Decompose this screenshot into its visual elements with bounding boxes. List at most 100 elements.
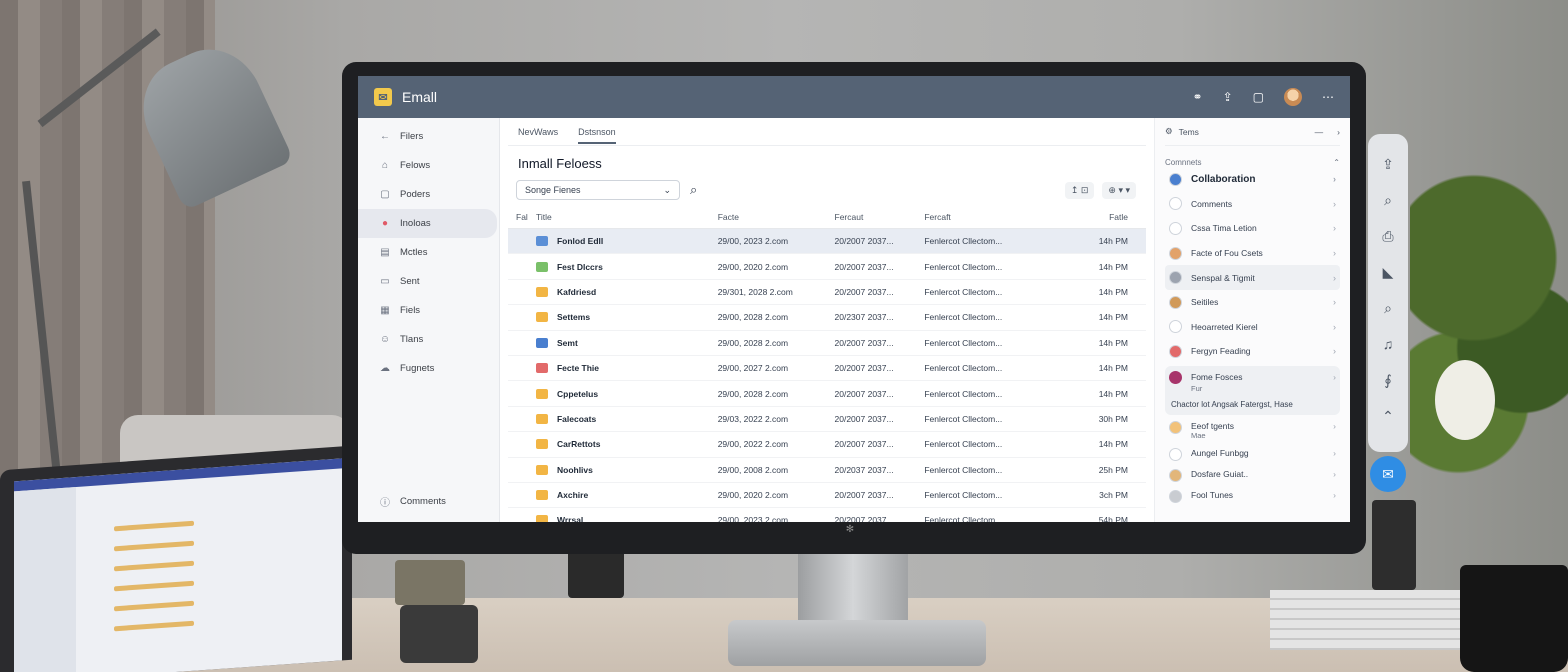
sidebar-item[interactable]: ⌂ Felows <box>358 151 499 180</box>
table-row[interactable]: Fest Dlccrs 29/00, 2020 2.com 20/2007 2037… <box>508 254 1146 280</box>
chevron-right-icon: › <box>1333 248 1336 259</box>
rp-list-item[interactable]: Facte of Fou Csets › <box>1165 241 1340 266</box>
item-icon <box>1169 246 1182 260</box>
folder-icon <box>535 464 548 475</box>
sidebar-item[interactable]: ▢ Poders <box>358 180 499 209</box>
monitor-stand-base <box>728 620 986 666</box>
row-time: 14h PM <box>1098 286 1128 297</box>
sidebar-item[interactable]: ☁ Fugnets <box>358 354 499 383</box>
rp-item-label: Cssa Tima Letion <box>1191 223 1257 234</box>
table-row[interactable]: Wrrsal 29/00, 2023 2.com 20/2007 2037... Fe… <box>508 508 1146 522</box>
sidebar-item[interactable]: ● Inoloas <box>358 209 497 238</box>
share-icon[interactable]: ⇪ <box>1223 90 1233 104</box>
rp-item-text: Fool Tunes <box>1191 490 1233 500</box>
row-parent: Fenlercot Cllectom... <box>924 337 1003 348</box>
row-title-text: Fonlod Edll <box>556 236 604 247</box>
table-row[interactable]: CarRettots 29/00, 2022 2.com 20/2007 2037.… <box>508 432 1146 458</box>
chevron-up-icon[interactable]: ⌃ <box>1333 158 1340 167</box>
sidebar-item[interactable]: ← Filers <box>358 122 499 151</box>
rp-list-item[interactable]: Cssa Tima Letion › <box>1165 216 1340 241</box>
column-header[interactable]: Fercaut <box>835 212 925 222</box>
chevron-right-icon[interactable]: › <box>1337 127 1340 137</box>
table-row[interactable]: Fonlod Edll 29/00, 2023 2.com 20/2007 2037… <box>508 229 1146 255</box>
rp-list-item[interactable]: Aungel Funbgg › <box>1165 444 1340 465</box>
row-title: Noohlivs <box>528 464 718 475</box>
thumb-icon[interactable]: ◣ <box>1368 254 1408 290</box>
avatar[interactable] <box>1284 88 1302 106</box>
column-header[interactable]: Fatle <box>1064 212 1146 222</box>
item-icon <box>1169 447 1182 461</box>
sidebar: ← Filers ⌂ Felows ▢ Poders ● Inoloas ▤ Mctles ▭ Sen… <box>358 118 500 522</box>
column-header[interactable]: Fercaft <box>924 212 1064 222</box>
chat-button[interactable]: ✉ <box>1370 456 1406 492</box>
table-row[interactable]: Fecte Thie 29/00, 2027 2.com 20/2007 2037.… <box>508 356 1146 382</box>
chevron-right-icon: › <box>1333 272 1336 283</box>
search-select[interactable]: Songe Fienes ⌄ <box>516 180 680 200</box>
sidebar-item-comments[interactable]: ⓘ Comments <box>358 487 499 516</box>
sidebar-item[interactable]: ☺ Tlans <box>358 325 499 354</box>
sidebar-item[interactable]: ▤ Mctles <box>358 238 499 267</box>
rp-list-item[interactable]: Eeof tgents Mae › <box>1165 417 1340 444</box>
rp-list-item[interactable]: Dosfare Guiat.. › <box>1165 465 1340 486</box>
rp-list-item[interactable]: Senspal & Tigmit › <box>1165 265 1340 290</box>
sidebar-item[interactable]: ▭ Sent <box>358 267 499 296</box>
sidebar-icon: ☺ <box>379 334 391 345</box>
rp-list-item[interactable]: Heoarreted Kierel › <box>1165 315 1340 340</box>
column-header[interactable]: Fal <box>508 212 528 222</box>
laptop-row <box>114 620 194 632</box>
search-icon[interactable]: ⌕ <box>1368 290 1408 326</box>
sidebar-item[interactable]: ▦ Fiels <box>358 296 499 325</box>
rp-list-item[interactable]: Collaboration › <box>1165 167 1340 192</box>
search-icon[interactable]: ⌕ <box>690 182 697 198</box>
row-time: 25h PM <box>1098 464 1128 475</box>
rp-list-item[interactable]: Seitiles › <box>1165 290 1340 315</box>
row-time: 30h PM <box>1098 413 1128 424</box>
chevron-right-icon: › <box>1333 174 1336 185</box>
share-icon[interactable]: ⇪ <box>1368 146 1408 182</box>
window-icon[interactable]: ▢ <box>1253 90 1264 104</box>
minimize-icon[interactable]: — <box>1315 127 1324 137</box>
table-row[interactable]: Kafdriesd 29/301, 2028 2.com 20/2007 2037.… <box>508 280 1146 306</box>
inbox-icon[interactable]: ⎙ <box>1368 218 1408 254</box>
rp-item-label: Collaboration <box>1191 173 1256 185</box>
rp-item-label: Comments <box>1191 198 1233 209</box>
table-row[interactable]: Noohlivs 29/00, 2008 2.com 20/2037 2037...… <box>508 458 1146 483</box>
row-title-text: Kafdriesd <box>556 286 597 297</box>
chevron-right-icon: › <box>1333 297 1336 308</box>
rp-list-item[interactable]: Fergyn Feading › <box>1165 339 1340 364</box>
row-date: 29/00, 2022 2.com <box>717 439 789 450</box>
tab-second[interactable]: Dstsnson <box>578 127 616 144</box>
laptop-screen <box>14 458 342 672</box>
column-header[interactable]: Title <box>528 212 718 222</box>
rp-card[interactable]: Fome Fosces › Fur Chactor lot Angsak Fat… <box>1165 365 1340 415</box>
download-button[interactable]: ↥ ⊡ <box>1064 181 1095 199</box>
bell-icon[interactable]: ♫ <box>1368 326 1408 362</box>
search-icon[interactable]: ⌕ <box>1368 182 1408 218</box>
table-row[interactable]: Settems 29/00, 2028 2.com 20/2307 2037... F… <box>508 305 1146 331</box>
rp-list-item[interactable]: Comments › <box>1165 192 1340 217</box>
people-icon[interactable]: ⚭ <box>1193 90 1203 104</box>
table-row[interactable]: Cppetelus 29/00, 2028 2.com 20/2007 2037..… <box>508 381 1146 407</box>
laptop-row <box>114 520 194 532</box>
chevron-right-icon: › <box>1333 346 1336 357</box>
link-icon[interactable]: ∮ <box>1368 362 1408 398</box>
row-parent: Fenlercot Cllectom... <box>924 388 1003 399</box>
sidebar-item-label: Sent <box>400 276 420 287</box>
laptop-row <box>114 600 194 612</box>
column-header[interactable]: Facte <box>718 212 835 222</box>
table-row[interactable]: Semt 29/00, 2028 2.com 20/2007 2037... Fenl… <box>508 331 1146 356</box>
sidebar-item-label: Filers <box>400 131 424 142</box>
row-title: Falecoats <box>528 413 718 424</box>
more-icon[interactable]: ⋯ <box>1322 90 1334 104</box>
rp-list-item[interactable]: Fool Tunes › <box>1165 486 1340 507</box>
chevron-up-icon[interactable]: ⌃ <box>1368 398 1408 434</box>
item-icon <box>1169 420 1182 434</box>
folder-icon <box>535 286 548 297</box>
folder-icon <box>535 413 548 424</box>
table-row[interactable]: Falecoats 29/03, 2022 2.com 20/2007 2037..… <box>508 407 1146 433</box>
filter-button[interactable]: ⊕ ▾ ▾ <box>1102 181 1136 199</box>
rp-card-sub: Fur <box>1191 383 1203 393</box>
tab-first[interactable]: NevWaws <box>518 127 558 137</box>
row-time: 14h PM <box>1098 261 1128 272</box>
table-row[interactable]: Axchire 29/00, 2020 2.com 20/2007 2037... F… <box>508 483 1146 509</box>
